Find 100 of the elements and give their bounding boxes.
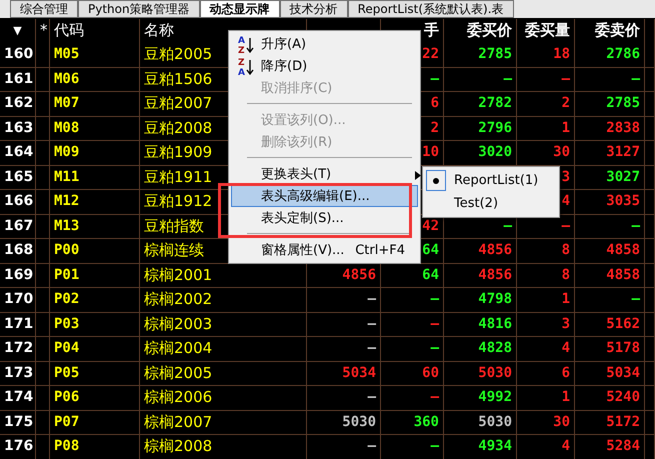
table-cell: 3127: [575, 141, 645, 166]
table-cell: 5178: [575, 337, 645, 362]
table-cell: [36, 116, 50, 141]
row-number: 173: [0, 362, 36, 386]
column-header[interactable]: 代码: [50, 19, 140, 43]
table-cell: [36, 362, 50, 386]
table-cell: M11: [50, 166, 140, 190]
column-header[interactable]: *: [36, 19, 50, 43]
table-cell: 4: [517, 337, 575, 362]
table-cell: 1: [517, 116, 575, 141]
table-cell: [36, 264, 50, 288]
table-cell: —: [575, 68, 645, 92]
table-cell: 2838: [575, 116, 645, 141]
table-cell: P06: [50, 386, 140, 410]
table-cell: P05: [50, 362, 140, 386]
table-cell: 棕榈2005: [140, 362, 307, 386]
column-header[interactable]: ▼: [0, 19, 36, 43]
table-cell: 5162: [575, 312, 645, 337]
table-cell: 5172: [575, 410, 645, 435]
table-cell: 棕榈2008: [140, 435, 307, 459]
table-cell: 4934: [444, 435, 517, 459]
row-number: 160: [0, 43, 36, 68]
table-cell: [645, 166, 655, 190]
table-cell: 360: [381, 410, 444, 435]
table-cell: —: [307, 312, 381, 337]
row-number: 170: [0, 288, 36, 312]
tab[interactable]: Python策略管理器: [78, 0, 200, 18]
table-cell: 8: [517, 264, 575, 288]
tab[interactable]: 技术分析: [280, 0, 348, 18]
table-cell: [645, 116, 655, 141]
table-cell: 1: [517, 386, 575, 410]
table-cell: 5030: [444, 410, 517, 435]
table-cell: [36, 386, 50, 410]
table-cell: M06: [50, 68, 140, 92]
row-number: 167: [0, 214, 36, 239]
table-cell: 4858: [575, 239, 645, 264]
table-cell: [36, 141, 50, 166]
table-cell: [36, 92, 50, 116]
table-cell: 4: [517, 435, 575, 459]
tab[interactable]: ReportList(系统默认表).表: [348, 0, 514, 18]
table-cell: 5240: [575, 386, 645, 410]
column-header[interactable]: 委卖价: [575, 19, 645, 43]
column-header[interactable]: 委买价: [444, 19, 517, 43]
tab[interactable]: 动态显示牌: [200, 0, 280, 18]
table-cell: —: [444, 68, 517, 92]
table-cell: [36, 166, 50, 190]
row-number: 172: [0, 337, 36, 362]
table-cell: 2796: [444, 116, 517, 141]
table-cell: [645, 264, 655, 288]
table-cell: 2782: [444, 92, 517, 116]
table-cell: P04: [50, 337, 140, 362]
table-cell: 2786: [575, 43, 645, 68]
table-cell: M08: [50, 116, 140, 141]
bullet-icon: [433, 178, 439, 184]
table-cell: —: [381, 288, 444, 312]
table-cell: 棕榈2003: [140, 312, 307, 337]
table-cell: [645, 92, 655, 116]
table-cell: [645, 68, 655, 92]
table-cell: [36, 214, 50, 239]
menu-item[interactable]: 表头高级编辑(E)...: [231, 185, 418, 207]
row-number: 168: [0, 239, 36, 264]
table-cell: 60: [381, 362, 444, 386]
table-cell: 3035: [575, 190, 645, 214]
table-cell: 4992: [444, 386, 517, 410]
row-number: 163: [0, 116, 36, 141]
table-cell: 5030: [307, 410, 381, 435]
row-number: 165: [0, 166, 36, 190]
table-cell: [645, 288, 655, 312]
tab[interactable]: 综合管理: [10, 0, 78, 18]
submenu-arrow-icon: [415, 171, 421, 180]
table-cell: [645, 312, 655, 337]
table-cell: —: [381, 386, 444, 410]
row-number: 169: [0, 264, 36, 288]
table-cell: 2785: [575, 92, 645, 116]
column-header[interactable]: 委买量: [517, 19, 575, 43]
row-number: 161: [0, 68, 36, 92]
table-cell: 3: [517, 312, 575, 337]
row-number: 171: [0, 312, 36, 337]
table-cell: P08: [50, 435, 140, 459]
table-cell: M13: [50, 214, 140, 239]
table-cell: 棕榈2002: [140, 288, 307, 312]
table-cell: 5284: [575, 435, 645, 459]
table-cell: P07: [50, 410, 140, 435]
table-cell: 5030: [444, 362, 517, 386]
table-cell: [645, 410, 655, 435]
table-cell: [36, 410, 50, 435]
table-cell: [36, 190, 50, 214]
table-cell: M12: [50, 190, 140, 214]
table-cell: 30: [517, 410, 575, 435]
row-number: 164: [0, 141, 36, 166]
table-cell: 1: [517, 288, 575, 312]
table-cell: [36, 337, 50, 362]
table-cell: 3027: [575, 166, 645, 190]
table-cell: 8: [517, 239, 575, 264]
table-cell: 4856: [444, 264, 517, 288]
table-cell: P03: [50, 312, 140, 337]
table-cell: —: [307, 337, 381, 362]
table-cell: [645, 362, 655, 386]
table-cell: [36, 239, 50, 264]
table-cell: 棕榈2006: [140, 386, 307, 410]
